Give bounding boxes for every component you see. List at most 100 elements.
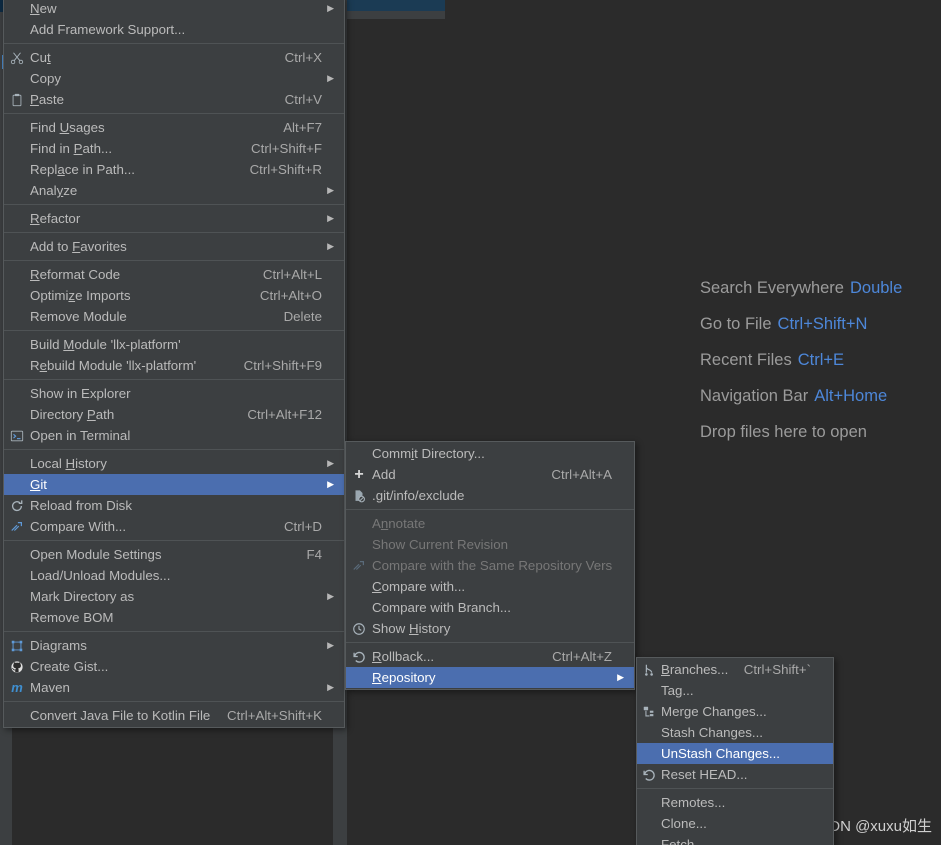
menu-item-new[interactable]: New ▶ [4, 0, 344, 19]
menu-item-add[interactable]: + Add Ctrl+Alt+A [346, 464, 634, 485]
menu-item-repository[interactable]: Repository ▶ [346, 667, 634, 688]
menu-item-local-history[interactable]: Local History ▶ [4, 453, 344, 474]
menu-item-label: Compare with the Same Repository Version [372, 558, 612, 573]
menu-item-analyze[interactable]: Analyze ▶ [4, 180, 344, 201]
menu-item-optimize-imports[interactable]: Optimize Imports Ctrl+Alt+O [4, 285, 344, 306]
menu-item-label: Remove BOM [30, 610, 114, 625]
menu-item-replace-in-path[interactable]: Replace in Path... Ctrl+Shift+R [4, 159, 344, 180]
menu-item-load-unload-modules[interactable]: Load/Unload Modules... [4, 565, 344, 586]
menu-item-remove-bom[interactable]: Remove BOM [4, 607, 344, 628]
menu-item-copy[interactable]: Copy ▶ [4, 68, 344, 89]
menu-item-rollback[interactable]: Rollback... Ctrl+Alt+Z [346, 646, 634, 667]
menu-item-label: Load/Unload Modules... [30, 568, 171, 583]
menu-item-unstash-changes[interactable]: UnStash Changes... [637, 743, 833, 764]
project-context-menu[interactable]: New ▶ Add Framework Support... Cut Ctrl+X Cop… [3, 0, 345, 728]
menu-item-label: Build Module 'llx-platform' [30, 337, 181, 352]
menu-item-cut[interactable]: Cut Ctrl+X [4, 47, 344, 68]
menu-item-open-in-terminal[interactable]: Open in Terminal [4, 425, 344, 446]
menu-item-merge-changes[interactable]: Merge Changes... [637, 701, 833, 722]
shortcut-hint-panel: Search Everywhere Double Go to File Ctrl+Sh… [700, 270, 941, 450]
menu-item-rebuild-module-llx-platform[interactable]: Rebuild Module 'llx-platform' Ctrl+Shift+… [4, 355, 344, 376]
menu-item-label: Show in Explorer [30, 386, 131, 401]
menu-item-label: Git [30, 477, 47, 492]
menu-separator [4, 330, 344, 331]
menu-item-diagrams[interactable]: Diagrams ▶ [4, 635, 344, 656]
menu-item-compare-with[interactable]: Compare With... Ctrl+D [4, 516, 344, 537]
menu-separator [4, 449, 344, 450]
git-submenu[interactable]: Commit Directory... + Add Ctrl+Alt+A .git/in… [345, 441, 635, 690]
shortcut-hint-label: Drop files here to open [700, 423, 867, 441]
menu-item-build-module-llx-platform[interactable]: Build Module 'llx-platform' [4, 334, 344, 355]
menu-item-reset-head[interactable]: Reset HEAD... [637, 764, 833, 785]
menu-item-label: Compare with Branch... [372, 600, 511, 615]
clipboard-icon [4, 89, 30, 110]
menu-item-tag[interactable]: Tag... [637, 680, 833, 701]
menu-item-label: Add to Favorites [30, 239, 127, 254]
menu-separator [4, 631, 344, 632]
menu-item-shortcut: Ctrl+D [283, 519, 322, 534]
menu-item-clone[interactable]: Clone... [637, 813, 833, 834]
submenu-arrow-icon: ▶ [327, 682, 334, 692]
menu-item-refactor[interactable]: Refactor ▶ [4, 208, 344, 229]
active-tab-indicator[interactable] [347, 0, 445, 11]
menu-item-open-module-settings[interactable]: Open Module Settings F4 [4, 544, 344, 565]
repository-submenu[interactable]: Branches... Ctrl+Shift+` Tag... Merge Chang… [636, 657, 834, 845]
menu-item-reformat-code[interactable]: Reformat Code Ctrl+Alt+L [4, 264, 344, 285]
menu-item-reload-from-disk[interactable]: Reload from Disk [4, 495, 344, 516]
menu-item-commit-directory[interactable]: Commit Directory... [346, 443, 634, 464]
menu-item-compare-with[interactable]: Compare with... [346, 576, 634, 597]
menu-item-label: Merge Changes... [661, 704, 767, 719]
menu-item-label: Reset HEAD... [661, 767, 748, 782]
menu-item-convert-java-file-to-kotlin-file[interactable]: Convert Java File to Kotlin File Ctrl+Alt… [4, 705, 344, 726]
menu-item-add-framework-support[interactable]: Add Framework Support... [4, 19, 344, 40]
menu-separator [4, 701, 344, 702]
shortcut-hint-label: Search Everywhere [700, 279, 844, 297]
rollback-icon [346, 646, 372, 667]
shortcut-hint-go-to-file: Go to File Ctrl+Shift+N [700, 306, 941, 342]
menu-item-find-usages[interactable]: Find Usages Alt+F7 [4, 117, 344, 138]
menu-item-add-to-favorites[interactable]: Add to Favorites ▶ [4, 236, 344, 257]
menu-item-label: Clone... [661, 816, 707, 831]
menu-item-shortcut: Ctrl+Alt+Z [552, 649, 612, 664]
shortcut-hint-label: Go to File [700, 315, 772, 333]
menu-item-label: Mark Directory as [30, 589, 135, 604]
menu-separator [4, 113, 344, 114]
menu-item-remove-module[interactable]: Remove Module Delete [4, 306, 344, 327]
menu-item-label: Add Framework Support... [30, 22, 186, 37]
menu-item-label: Show Current Revision [372, 537, 508, 552]
tab-bar-background [345, 11, 445, 19]
submenu-arrow-icon: ▶ [327, 3, 334, 13]
menu-item-label: Open in Terminal [30, 428, 131, 443]
refresh-icon [4, 495, 30, 516]
scissors-icon [4, 47, 30, 68]
menu-item-directory-path[interactable]: Directory Path Ctrl+Alt+F12 [4, 404, 344, 425]
menu-item-label: Replace in Path... [30, 162, 135, 177]
menu-item-label: Optimize Imports [30, 288, 131, 303]
menu-item-label: Rollback... [372, 649, 435, 664]
ide-window: Search Everywhere Double Go to File Ctrl+Sh… [0, 0, 941, 845]
menu-item-shortcut: Ctrl+Alt+L [262, 267, 322, 282]
shortcut-hint-label: Recent Files [700, 351, 792, 369]
menu-item-git-info-exclude[interactable]: .git/info/exclude [346, 485, 634, 506]
menu-item-label: Maven [30, 680, 70, 695]
submenu-arrow-icon: ▶ [327, 640, 334, 650]
menu-item-shortcut: Alt+F7 [283, 120, 322, 135]
menu-item-show-history[interactable]: Show History [346, 618, 634, 639]
menu-item-compare-with-branch[interactable]: Compare with Branch... [346, 597, 634, 618]
menu-item-git[interactable]: Git ▶ [4, 474, 344, 495]
menu-item-show-in-explorer[interactable]: Show in Explorer [4, 383, 344, 404]
menu-item-label: Branches... [661, 662, 729, 677]
menu-item-label: Refactor [30, 211, 81, 226]
shortcut-hint-key: Alt+Home [814, 387, 888, 405]
menu-item-stash-changes[interactable]: Stash Changes... [637, 722, 833, 743]
menu-item-maven[interactable]: m Maven ▶ [4, 677, 344, 698]
menu-item-fetch[interactable]: Fetch [637, 834, 833, 845]
menu-item-find-in-path[interactable]: Find in Path... Ctrl+Shift+F [4, 138, 344, 159]
menu-item-remotes[interactable]: Remotes... [637, 792, 833, 813]
menu-item-branches[interactable]: Branches... Ctrl+Shift+` [637, 659, 833, 680]
menu-item-label: Fetch [661, 837, 695, 845]
menu-item-create-gist[interactable]: Create Gist... [4, 656, 344, 677]
menu-item-label: Remotes... [661, 795, 726, 810]
menu-item-paste[interactable]: Paste Ctrl+V [4, 89, 344, 110]
menu-item-mark-directory-as[interactable]: Mark Directory as ▶ [4, 586, 344, 607]
